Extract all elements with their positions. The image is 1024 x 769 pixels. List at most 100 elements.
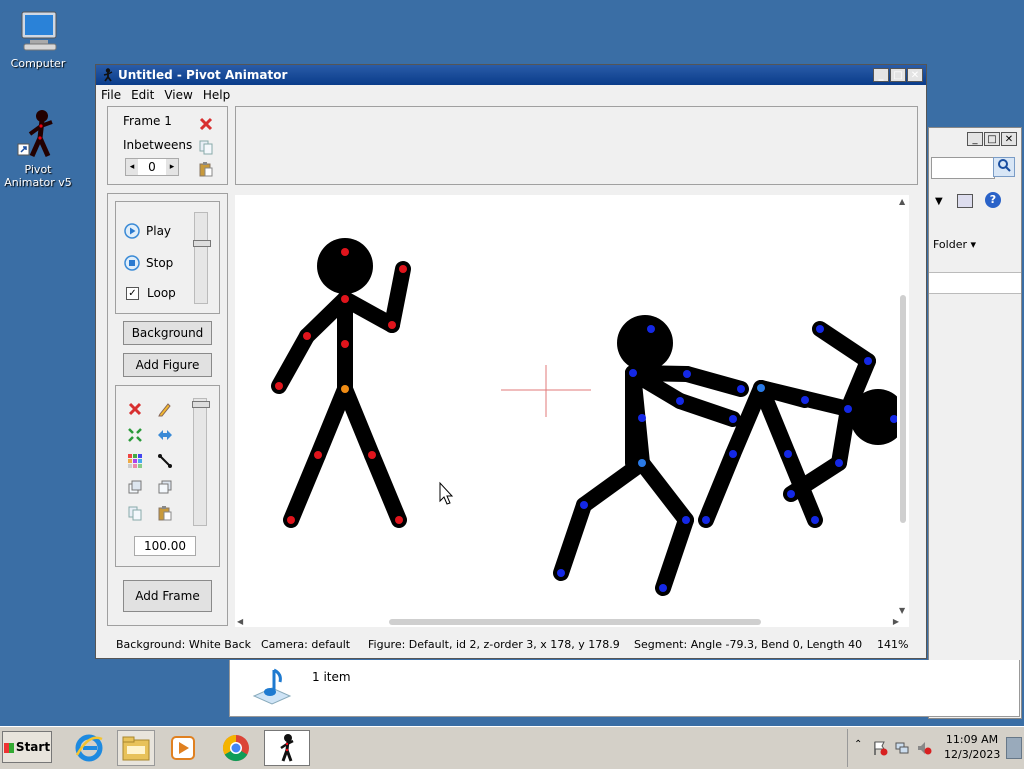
- menu-bar: File Edit View Help: [96, 85, 926, 105]
- stage-svg[interactable]: [235, 195, 909, 627]
- desktop-icon-pivot[interactable]: Pivot Animator v5: [0, 108, 76, 189]
- stepper-down-button[interactable]: ◂: [126, 159, 138, 175]
- explorer-minimize-button[interactable]: _: [967, 132, 983, 146]
- delete-frame-icon[interactable]: [197, 115, 215, 133]
- scale-slider-thumb[interactable]: [192, 401, 210, 408]
- start-button[interactable]: Start: [2, 731, 52, 763]
- origin-joint[interactable]: [638, 459, 646, 467]
- add-frame-button[interactable]: Add Frame: [123, 580, 212, 612]
- background-button[interactable]: Background: [123, 321, 212, 345]
- taskbar-explorer-button[interactable]: [117, 730, 155, 766]
- figure-head[interactable]: [617, 315, 673, 371]
- pivot-app-icon: [103, 68, 113, 82]
- mouse-cursor-icon: [439, 481, 454, 505]
- desktop-icon-computer[interactable]: Computer: [0, 8, 76, 70]
- taskbar-media-player-button[interactable]: [164, 730, 202, 766]
- menu-help[interactable]: Help: [198, 85, 235, 105]
- scale-input[interactable]: 100.00: [134, 536, 196, 556]
- inbetweens-stepper[interactable]: ◂ 0 ▸: [125, 158, 179, 176]
- paste-figure-icon[interactable]: [156, 504, 174, 522]
- delete-figure-icon[interactable]: [126, 400, 144, 418]
- scroll-up-arrow[interactable]: ▲: [899, 197, 905, 206]
- paste-frame-icon[interactable]: [197, 160, 215, 178]
- explorer-window: _ □ ✕ ▼ ? Folder ▾: [928, 127, 1022, 719]
- horizontal-scroll-thumb[interactable]: [389, 619, 761, 625]
- internet-explorer-icon: [75, 734, 103, 762]
- animation-canvas[interactable]: ▲ ▼ ◀ ▶: [235, 195, 909, 627]
- vertical-scroll-thumb[interactable]: [900, 295, 906, 523]
- status-bar: Background: White Back Camera: default F…: [96, 634, 926, 656]
- explorer-search-input[interactable]: [931, 157, 995, 179]
- pivot-stickman-icon: [17, 110, 53, 158]
- scroll-left-arrow[interactable]: ◀: [237, 617, 243, 626]
- inbetweens-value[interactable]: 0: [138, 159, 166, 175]
- menu-file[interactable]: File: [96, 85, 126, 105]
- copy-frame-icon[interactable]: [197, 138, 215, 156]
- menu-edit[interactable]: Edit: [126, 85, 159, 105]
- clock[interactable]: 11:09 AM 12/3/2023: [944, 732, 1000, 762]
- play-label: Play: [146, 224, 172, 238]
- scroll-right-arrow[interactable]: ▶: [893, 617, 899, 626]
- inbetweens-label: Inbetweens: [123, 138, 193, 152]
- status-background: Background: White Back: [116, 638, 252, 651]
- scroll-down-arrow[interactable]: ▼: [899, 606, 905, 615]
- start-label: Start: [15, 740, 51, 754]
- add-figure-button[interactable]: Add Figure: [123, 353, 212, 377]
- loop-label: Loop: [147, 286, 176, 300]
- desktop-icon-label: Computer: [10, 57, 66, 70]
- pivot-window: Untitled - Pivot Animator _ □ ✕ File Edi…: [95, 64, 927, 659]
- vertical-scrollbar[interactable]: ▲ ▼: [897, 195, 909, 621]
- copy-figure-icon[interactable]: [126, 504, 144, 522]
- menu-view[interactable]: View: [159, 85, 197, 105]
- speed-slider-thumb[interactable]: [193, 240, 211, 247]
- status-figure: Figure: Default, id 2, z-order 3, x 178,…: [368, 638, 620, 651]
- network-icon[interactable]: [894, 740, 910, 759]
- timeline-area[interactable]: [235, 106, 918, 185]
- clock-date: 12/3/2023: [944, 748, 1001, 761]
- edit-figure-icon[interactable]: [156, 400, 174, 418]
- minimize-button[interactable]: _: [873, 68, 889, 82]
- taskbar-pivot-button[interactable]: [264, 730, 310, 766]
- show-desktop-button[interactable]: [1006, 737, 1022, 759]
- loop-checkbox[interactable]: ✓ Loop: [126, 286, 176, 300]
- play-button[interactable]: Play: [124, 223, 171, 239]
- taskbar-chrome-button[interactable]: [217, 730, 255, 766]
- stick-figure-red[interactable]: [271, 261, 411, 528]
- stop-button[interactable]: Stop: [124, 255, 173, 271]
- chevron-down-icon[interactable]: ▼: [935, 196, 943, 207]
- show-hidden-icons-button[interactable]: ⌃: [854, 739, 862, 750]
- folder-icon: [122, 736, 150, 761]
- origin-joint[interactable]: [341, 385, 349, 393]
- scale-slider[interactable]: [192, 398, 210, 526]
- preview-pane-icon[interactable]: [957, 194, 973, 208]
- pivot-titlebar[interactable]: Untitled - Pivot Animator _ □ ✕: [96, 65, 926, 85]
- window-title: Untitled - Pivot Animator: [118, 68, 288, 82]
- music-file-icon: [252, 668, 292, 705]
- search-icon[interactable]: [993, 157, 1015, 177]
- stop-icon: [124, 255, 140, 271]
- speed-slider[interactable]: [193, 212, 211, 304]
- segment-tool-icon[interactable]: [156, 452, 174, 470]
- stepper-up-button[interactable]: ▸: [166, 159, 178, 175]
- figure-head[interactable]: [317, 238, 373, 294]
- taskbar-ie-button[interactable]: [70, 730, 108, 766]
- clock-time: 11:09 AM: [945, 733, 999, 746]
- explorer-close-button[interactable]: ✕: [1001, 132, 1017, 146]
- center-figure-icon[interactable]: [126, 426, 144, 444]
- close-button[interactable]: ✕: [907, 68, 923, 82]
- help-icon[interactable]: ?: [985, 192, 1001, 208]
- explorer-maximize-button[interactable]: □: [984, 132, 1000, 146]
- folder-type-label[interactable]: Folder ▾: [933, 238, 976, 251]
- flip-figure-icon[interactable]: [156, 426, 174, 444]
- horizontal-scrollbar[interactable]: ◀ ▶: [235, 617, 901, 627]
- bring-forward-icon[interactable]: [126, 478, 144, 496]
- send-backward-icon[interactable]: [156, 478, 174, 496]
- origin-joint[interactable]: [757, 384, 765, 392]
- taskbar: Start ⌃ 11:09 AM 12/3/2023: [0, 726, 1024, 769]
- maximize-button[interactable]: □: [890, 68, 906, 82]
- color-figure-icon[interactable]: [126, 452, 144, 470]
- volume-muted-icon[interactable]: [916, 740, 932, 759]
- action-center-flag-icon[interactable]: [872, 740, 888, 759]
- play-icon: [124, 223, 140, 239]
- folder-label: Folder: [933, 238, 967, 251]
